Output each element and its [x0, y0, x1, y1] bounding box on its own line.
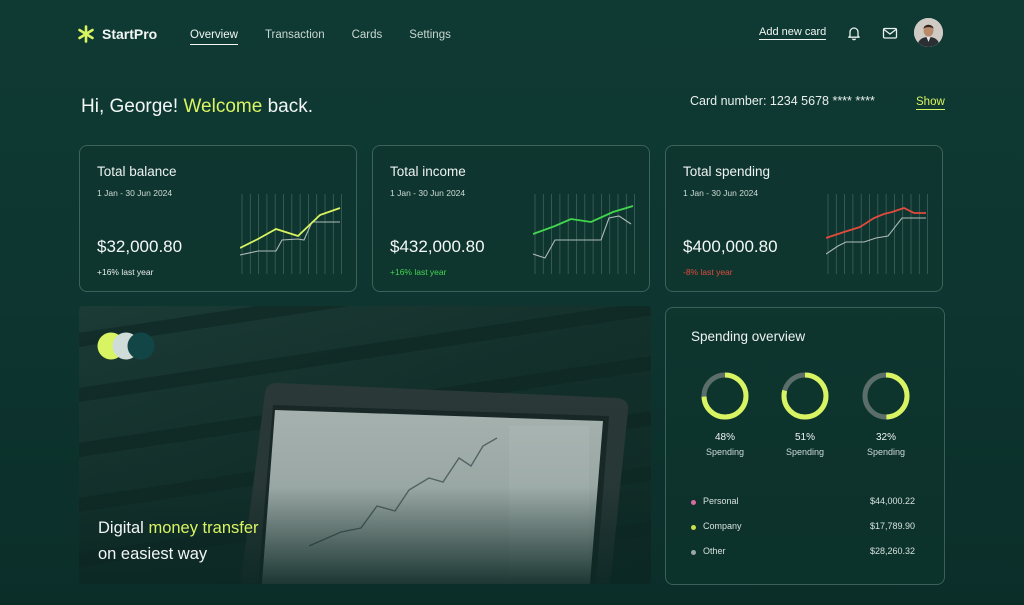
- promo-line1-prefix: Digital: [98, 519, 144, 537]
- spending-ring: [781, 372, 829, 420]
- stat-change: +16% last year: [390, 267, 447, 277]
- overview-title: Spending overview: [691, 329, 806, 344]
- ring-percent: 51%: [794, 432, 815, 443]
- greeting-suffix: back.: [267, 96, 313, 117]
- legend-row-personal: Personal $44,000.22: [691, 496, 915, 510]
- bell-icon[interactable]: [846, 25, 862, 41]
- show-card-link[interactable]: Show: [916, 96, 945, 110]
- stat-date-range: 1 Jan - 30 Jun 2024: [683, 188, 759, 198]
- total-balance-card[interactable]: Total balance 1 Jan - 30 Jun 2024 $32,00…: [79, 145, 357, 292]
- mail-icon[interactable]: [882, 25, 898, 41]
- ring-percent: 32%: [875, 432, 896, 443]
- profile-photo: [914, 18, 943, 47]
- stat-value: $32,000.80: [97, 237, 183, 256]
- nav-overview[interactable]: Overview: [190, 29, 238, 45]
- total-spending-card[interactable]: Total spending 1 Jan - 30 Jun 2024 $400,…: [665, 145, 943, 292]
- stat-date-range: 1 Jan - 30 Jun 2024: [390, 188, 466, 198]
- brand-name: StartPro: [102, 26, 158, 42]
- spending-sparkline: [826, 194, 928, 274]
- company-dot: [691, 525, 696, 530]
- balance-sparkline: [240, 194, 342, 274]
- legend-amount: $28,260.32: [869, 546, 915, 556]
- stat-date-range: 1 Jan - 30 Jun 2024: [97, 188, 173, 198]
- legend-name: Company: [703, 521, 742, 531]
- ring-label: Spending: [866, 447, 906, 457]
- promo-line1-accent: money transfer: [148, 519, 259, 537]
- ring-label: Spending: [785, 447, 825, 457]
- legend-name: Personal: [703, 496, 739, 506]
- top-nav: StartPro Overview Transaction Cards Sett…: [0, 0, 1024, 72]
- greeting-accent: Welcome: [183, 96, 263, 117]
- stat-title: Total balance: [97, 164, 177, 179]
- ring-label: Spending: [705, 447, 745, 457]
- asterisk-logo-icon: [78, 25, 94, 43]
- spending-ring: [862, 372, 910, 420]
- spending-overview-card: Spending overview 48% Spending 51% Spend…: [665, 307, 945, 585]
- avatar[interactable]: [914, 18, 943, 47]
- nav-cards[interactable]: Cards: [352, 29, 383, 45]
- promo-headline: Digital money transfer on easiest way: [98, 515, 259, 567]
- nav-settings[interactable]: Settings: [409, 29, 451, 45]
- spending-ring: [701, 372, 749, 420]
- legend-amount: $44,000.22: [869, 496, 915, 506]
- legend-name: Other: [703, 546, 726, 556]
- income-sparkline: [533, 194, 635, 274]
- legend-row-company: Company $17,789.90: [691, 521, 915, 535]
- total-income-card[interactable]: Total income 1 Jan - 30 Jun 2024 $432,00…: [372, 145, 650, 292]
- promo-line2: on easiest way: [98, 545, 208, 563]
- card-circles-logo: [97, 332, 155, 360]
- legend-row-other: Other $28,260.32: [691, 546, 915, 560]
- other-dot: [691, 550, 696, 555]
- stat-change: +16% last year: [97, 267, 154, 277]
- stat-value: $400,000.80: [683, 237, 778, 256]
- stat-title: Total spending: [683, 164, 771, 179]
- promo-banner[interactable]: Digital money transfer on easiest way: [79, 306, 651, 584]
- legend-amount: $17,789.90: [869, 521, 915, 531]
- stat-title: Total income: [390, 164, 466, 179]
- nav-links: Overview Transaction Cards Settings: [190, 29, 451, 45]
- welcome-heading: Hi, George! Welcome back.: [81, 96, 313, 118]
- stat-value: $432,000.80: [390, 237, 485, 256]
- card-number: Card number: 1234 5678 **** ****: [690, 94, 875, 108]
- nav-transaction[interactable]: Transaction: [265, 29, 325, 45]
- brand-logo[interactable]: StartPro: [78, 25, 157, 43]
- personal-dot: [691, 500, 696, 505]
- greeting-name: Hi, George!: [81, 96, 179, 117]
- add-new-card-link[interactable]: Add new card: [759, 26, 827, 40]
- stat-change: -8% last year: [683, 267, 733, 277]
- ring-percent: 48%: [714, 432, 735, 443]
